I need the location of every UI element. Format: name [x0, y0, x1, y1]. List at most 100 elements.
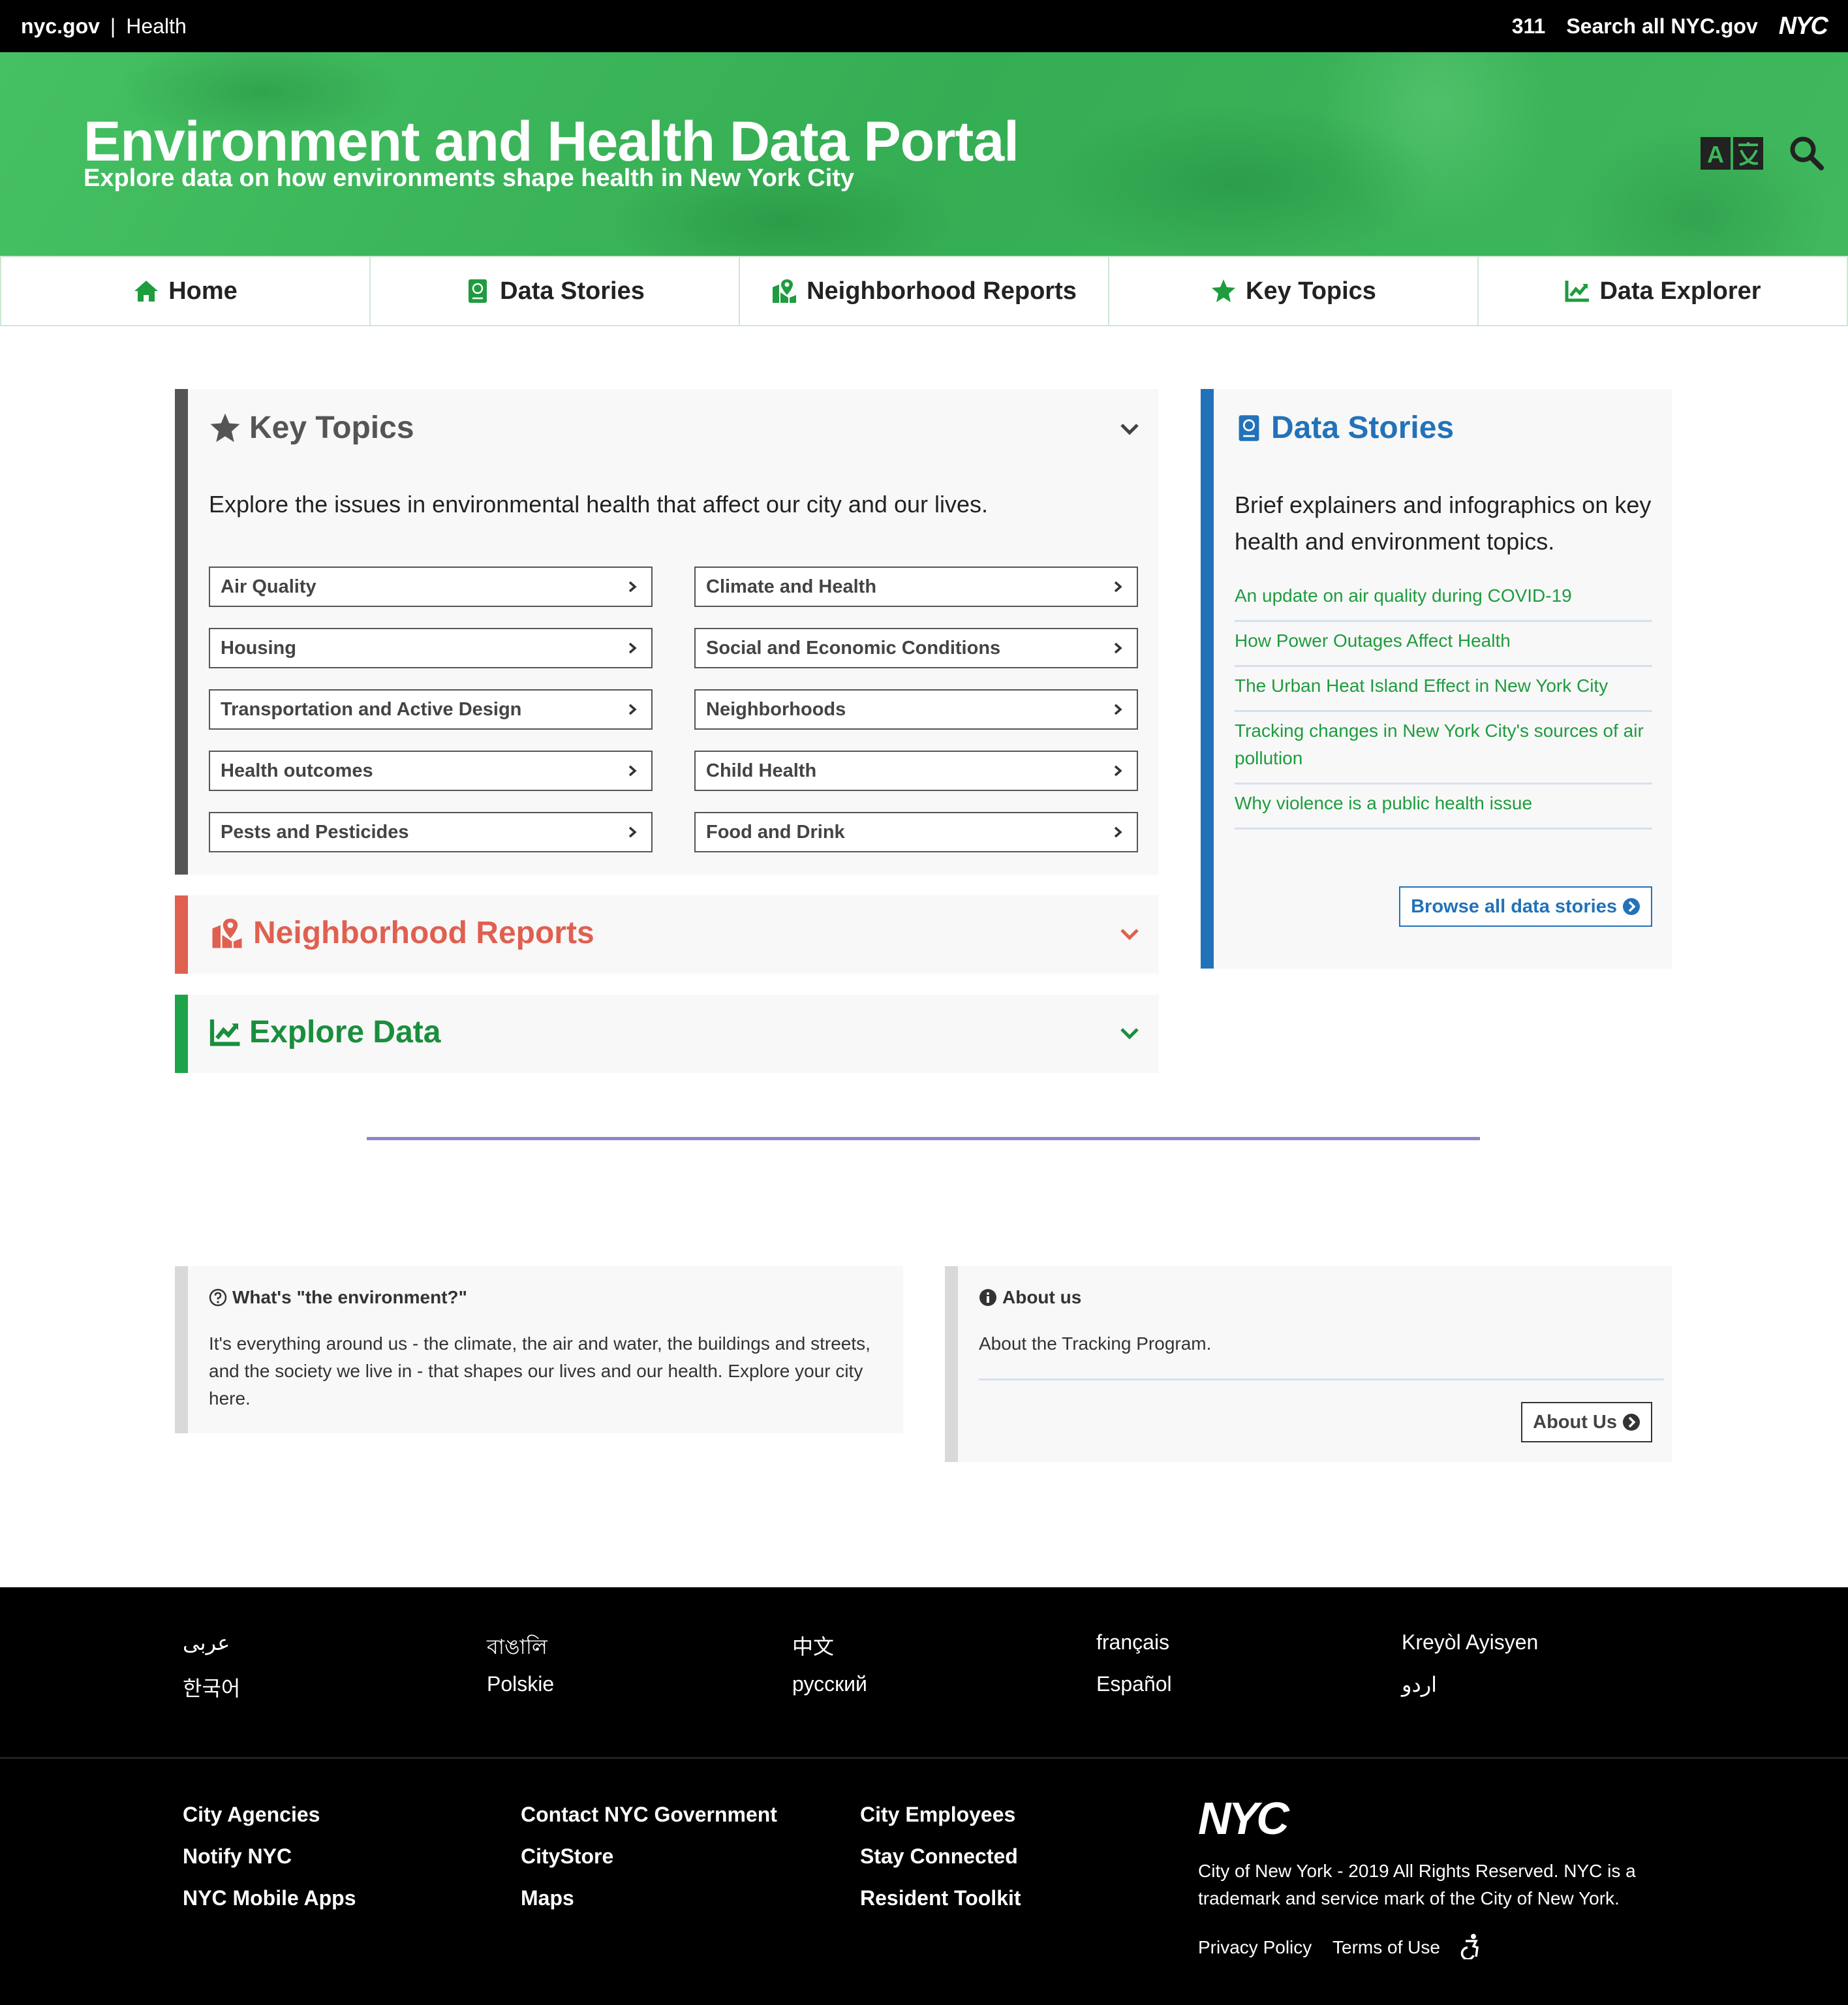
chevron-right-icon: [1114, 765, 1122, 777]
footer-link-notify-nyc[interactable]: Notify NYC: [183, 1844, 292, 1869]
topic-child-health[interactable]: Child Health: [694, 751, 1138, 791]
lang-bengali[interactable]: বাঙালি: [487, 1630, 547, 1666]
about-panel: About us About the Tracking Program. Abo…: [945, 1266, 1672, 1462]
nav-data-stories[interactable]: Data Stories: [369, 256, 739, 325]
topic-housing[interactable]: Housing: [209, 628, 653, 668]
lang-arabic[interactable]: عربى: [183, 1630, 230, 1655]
star-icon: [210, 413, 240, 442]
search-all-link[interactable]: Search all NYC.gov: [1566, 14, 1757, 39]
chevron-right-icon: [1114, 642, 1122, 654]
terms-of-use-link[interactable]: Terms of Use: [1332, 1937, 1440, 1958]
key-topics-panel: Key Topics Explore the issues in environ…: [175, 389, 1159, 875]
topbar-separator: |: [110, 14, 116, 38]
nav-key-topics[interactable]: Key Topics: [1108, 256, 1477, 325]
topic-food-drink[interactable]: Food and Drink: [694, 812, 1138, 852]
explore-data-panel[interactable]: Explore Data: [175, 995, 1159, 1073]
browse-data-stories-button[interactable]: Browse all data stories: [1399, 886, 1652, 927]
lang-russian[interactable]: русский: [792, 1672, 867, 1696]
topic-air-quality[interactable]: Air Quality: [209, 567, 653, 607]
chevron-right-icon: [628, 765, 637, 777]
chevron-down-icon[interactable]: [1118, 1022, 1141, 1044]
topic-label: Neighborhoods: [706, 698, 846, 720]
accessibility-icon[interactable]: [1459, 1933, 1483, 1959]
topic-health-outcomes[interactable]: Health outcomes: [209, 751, 653, 791]
topic-pests[interactable]: Pests and Pesticides: [209, 812, 653, 852]
search-icon[interactable]: [1788, 134, 1825, 171]
story-link-air-pollution-sources[interactable]: Tracking changes in New York City's sour…: [1235, 712, 1652, 785]
nav-home[interactable]: Home: [0, 256, 369, 325]
chevron-right-icon: [628, 826, 637, 838]
environment-panel: What's "the environment?" It's everythin…: [175, 1266, 903, 1433]
about-us-label: About Us: [1533, 1411, 1617, 1433]
star-icon: [1212, 279, 1236, 302]
chevron-circle-right-icon: [1623, 898, 1640, 915]
footer-link-contact[interactable]: Contact NYC Government: [521, 1803, 777, 1827]
topic-label: Child Health: [706, 760, 817, 781]
chevron-right-icon: [1114, 581, 1122, 593]
copyright-text: City of New York - 2019 All Rights Reser…: [1198, 1861, 1636, 1908]
story-link-violence[interactable]: Why violence is a public health issue: [1235, 785, 1652, 830]
footer-link-city-agencies[interactable]: City Agencies: [183, 1803, 320, 1827]
chevron-right-icon: [628, 704, 637, 715]
lang-urdu[interactable]: اردو: [1402, 1672, 1437, 1697]
story-link-power-outages[interactable]: How Power Outages Affect Health: [1235, 622, 1652, 667]
about-divider: [979, 1378, 1664, 1380]
footer-link-resident-toolkit[interactable]: Resident Toolkit: [860, 1886, 1021, 1910]
section-divider: [367, 1137, 1480, 1140]
nav-home-label: Home: [168, 277, 238, 305]
privacy-policy-link[interactable]: Privacy Policy: [1198, 1937, 1312, 1958]
header-banner: Environment and Health Data Portal Explo…: [0, 52, 1848, 256]
about-text: About the Tracking Program.: [979, 1333, 1212, 1354]
lang-chinese[interactable]: 中文: [792, 1630, 834, 1660]
lang-spanish[interactable]: Español: [1096, 1672, 1172, 1696]
nav-data-explorer-label: Data Explorer: [1599, 277, 1761, 305]
nyc-gov-link[interactable]: nyc.gov: [21, 14, 100, 39]
lang-polish[interactable]: Polskie: [487, 1672, 554, 1696]
svg-text:A: A: [1707, 141, 1724, 168]
nav-data-explorer[interactable]: Data Explorer: [1477, 256, 1848, 325]
footer-link-city-employees[interactable]: City Employees: [860, 1803, 1015, 1827]
data-stories-header[interactable]: Data Stories: [1235, 410, 1454, 446]
footer-link-maps[interactable]: Maps: [521, 1886, 574, 1910]
translate-icon[interactable]: A: [1701, 137, 1763, 170]
nav-neighborhood-reports[interactable]: Neighborhood Reports: [739, 256, 1108, 325]
lang-korean[interactable]: 한국어: [183, 1672, 240, 1702]
topic-label: Air Quality: [221, 576, 316, 597]
neighborhood-reports-header[interactable]: Neighborhood Reports: [209, 915, 594, 951]
key-topics-header[interactable]: Key Topics: [209, 410, 414, 446]
environment-title: What's "the environment?": [232, 1287, 467, 1307]
about-us-button[interactable]: About Us: [1521, 1402, 1652, 1442]
chart-line-icon: [209, 1019, 240, 1046]
data-stories-intro: Brief explainers and infographics on key…: [1235, 491, 1652, 555]
info-circle-icon: [979, 1289, 996, 1306]
neighborhood-reports-title: Neighborhood Reports: [253, 916, 594, 950]
browse-label: Browse all data stories: [1411, 895, 1617, 917]
story-link-covid-air[interactable]: An update on air quality during COVID-19: [1235, 577, 1652, 622]
footer-link-mobile-apps[interactable]: NYC Mobile Apps: [183, 1886, 356, 1910]
link-311[interactable]: 311: [1512, 14, 1546, 39]
data-stories-title: Data Stories: [1271, 411, 1455, 445]
page-subtitle: Explore data on how environments shape h…: [84, 164, 855, 192]
chart-line-icon: [1565, 281, 1590, 302]
nyc-logo[interactable]: NYC: [1198, 1796, 1318, 1839]
topic-transportation[interactable]: Transportation and Active Design: [209, 689, 653, 730]
nyc-logo[interactable]: NYC: [1779, 12, 1828, 40]
chevron-down-icon[interactable]: [1118, 418, 1141, 440]
topic-neighborhoods[interactable]: Neighborhoods: [694, 689, 1138, 730]
explore-data-header[interactable]: Explore Data: [209, 1014, 440, 1050]
story-link-heat-island[interactable]: The Urban Heat Island Effect in New York…: [1235, 667, 1652, 712]
nav-neighborhood-reports-label: Neighborhood Reports: [807, 277, 1077, 305]
topic-climate[interactable]: Climate and Health: [694, 567, 1138, 607]
footer-link-stay-connected[interactable]: Stay Connected: [860, 1844, 1018, 1869]
topic-social-economic[interactable]: Social and Economic Conditions: [694, 628, 1138, 668]
main-nav: Home Data Stories Neighborhood Reports K…: [0, 256, 1848, 326]
topic-label: Housing: [221, 637, 296, 659]
health-link[interactable]: Health: [126, 14, 187, 39]
footer-link-citystore[interactable]: CityStore: [521, 1844, 613, 1869]
lang-french[interactable]: français: [1096, 1630, 1169, 1655]
neighborhood-reports-panel[interactable]: Neighborhood Reports: [175, 895, 1159, 974]
about-title: About us: [1002, 1287, 1082, 1307]
chevron-down-icon[interactable]: [1118, 923, 1141, 945]
nyc-logo-text: NYC: [1198, 1796, 1290, 1839]
lang-haitian-creole[interactable]: Kreyòl Ayisyen: [1402, 1630, 1538, 1655]
